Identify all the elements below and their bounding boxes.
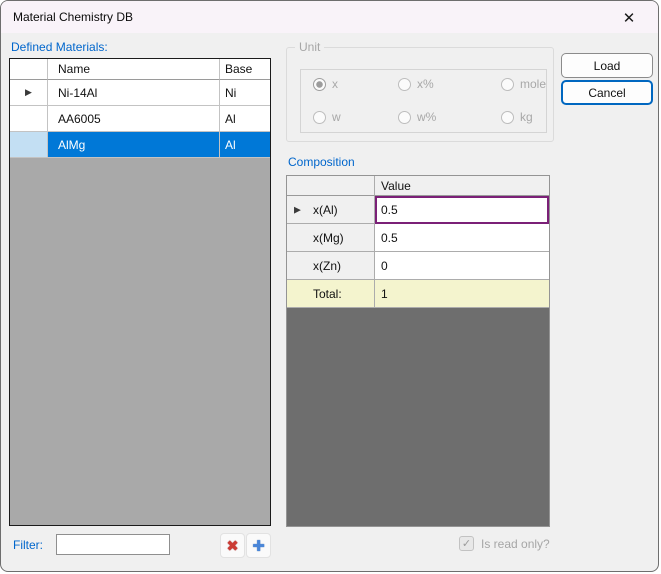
radio-unit-w[interactable]: w (313, 110, 341, 124)
is-read-only-checkbox[interactable]: ✓ Is read only? (459, 536, 550, 551)
unit-options-panel: x x% mole w w% kg (300, 69, 547, 133)
radio-unit-kg[interactable]: kg (501, 110, 533, 124)
composition-header-row: Value (287, 176, 549, 196)
table-row[interactable]: AA6005 Al (10, 106, 270, 132)
component-header-cell[interactable]: x(Zn) (287, 252, 375, 280)
material-chemistry-db-dialog: Material Chemistry DB ✕ Defined Material… (0, 0, 659, 572)
materials-table-empty-area (10, 158, 270, 525)
row-selector-cell[interactable] (10, 132, 48, 158)
row-selector-header (10, 59, 48, 80)
component-name: x(Mg) (313, 231, 344, 245)
radio-button-icon (501, 111, 514, 124)
total-label-cell: Total: (287, 280, 375, 308)
radio-label: mole (520, 77, 546, 91)
component-name: x(Al) (313, 203, 338, 217)
delete-icon: ✖ (226, 537, 239, 555)
composition-row: ▶ x(Al) 0.5 (287, 196, 549, 224)
row-selector-cell[interactable]: ▶ (10, 80, 48, 106)
checkbox-icon: ✓ (459, 536, 474, 551)
filter-label: Filter: (13, 538, 43, 552)
current-row-arrow-icon: ▶ (25, 88, 32, 97)
composition-table: Value ▶ x(Al) 0.5 x(Mg) 0.5 x(Zn) 0 Tota… (286, 175, 550, 527)
radio-button-icon (398, 111, 411, 124)
is-read-only-label: Is read only? (481, 537, 550, 551)
component-name: x(Zn) (313, 259, 341, 273)
composition-row: x(Mg) 0.5 (287, 224, 549, 252)
component-header-cell[interactable]: ▶ x(Al) (287, 196, 375, 224)
add-icon: ✚ (252, 537, 265, 555)
unit-groupbox: Unit x x% mole w w% (286, 47, 554, 142)
row-selector-cell[interactable] (10, 106, 48, 132)
column-header-value: Value (375, 176, 549, 196)
close-icon: ✕ (623, 9, 636, 27)
table-row-selected[interactable]: AlMg Al (10, 132, 270, 158)
current-row-arrow-icon: ▶ (294, 205, 301, 214)
close-button[interactable]: ✕ (612, 6, 646, 30)
cancel-button[interactable]: Cancel (561, 80, 653, 105)
radio-button-icon (313, 111, 326, 124)
column-header-name: Name (48, 59, 220, 80)
material-base-cell[interactable]: Al (220, 106, 270, 132)
radio-label: x (332, 77, 338, 91)
component-header-cell[interactable]: x(Mg) (287, 224, 375, 252)
composition-table-empty-area (287, 308, 549, 526)
value-cell[interactable]: 0 (375, 252, 549, 280)
window-title: Material Chemistry DB (13, 10, 133, 24)
radio-button-icon (398, 78, 411, 91)
value-cell[interactable]: 0.5 (375, 224, 549, 252)
add-material-button[interactable]: ✚ (246, 533, 271, 558)
table-row[interactable]: ▶ Ni-14Al Ni (10, 80, 270, 106)
composition-row: x(Zn) 0 (287, 252, 549, 280)
materials-table: Name Base ▶ Ni-14Al Ni AA6005 Al AlMg Al (9, 58, 271, 526)
column-header-base: Base (220, 59, 270, 80)
total-value-cell: 1 (375, 280, 549, 308)
radio-label: x% (417, 77, 434, 91)
radio-unit-mole[interactable]: mole (501, 77, 546, 91)
radio-unit-x[interactable]: x (313, 77, 338, 91)
filter-input[interactable] (56, 534, 170, 555)
composition-label: Composition (288, 155, 355, 169)
radio-label: kg (520, 110, 533, 124)
material-base-cell[interactable]: Al (220, 132, 270, 158)
materials-header-row: Name Base (10, 59, 270, 80)
material-base-cell[interactable]: Ni (220, 80, 270, 106)
radio-label: w% (417, 110, 436, 124)
defined-materials-label: Defined Materials: (11, 40, 108, 54)
material-name-cell[interactable]: AlMg (48, 132, 220, 158)
radio-button-icon (313, 78, 326, 91)
radio-button-icon (501, 78, 514, 91)
delete-material-button[interactable]: ✖ (220, 533, 245, 558)
radio-unit-x-percent[interactable]: x% (398, 77, 434, 91)
material-name-cell[interactable]: Ni-14Al (48, 80, 220, 106)
unit-groupbox-label: Unit (295, 40, 324, 54)
material-name-cell[interactable]: AA6005 (48, 106, 220, 132)
value-cell-editing[interactable]: 0.5 (375, 196, 549, 224)
radio-label: w (332, 110, 341, 124)
titlebar: Material Chemistry DB ✕ (1, 1, 658, 33)
composition-total-row: Total: 1 (287, 280, 549, 308)
row-selector-header (287, 176, 375, 196)
load-button[interactable]: Load (561, 53, 653, 78)
radio-unit-w-percent[interactable]: w% (398, 110, 436, 124)
